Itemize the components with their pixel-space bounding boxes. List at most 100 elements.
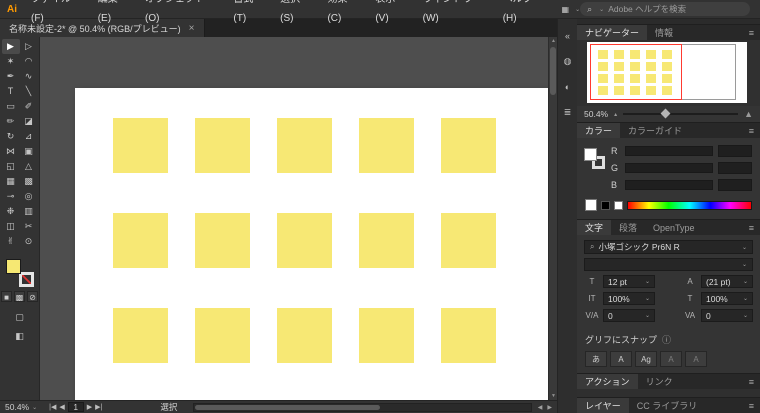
color-spectrum-bar[interactable] <box>627 200 752 210</box>
panel-tab[interactable]: レイヤー <box>577 398 629 413</box>
lasso-tool[interactable]: ◠ <box>20 54 38 69</box>
horizontal-scrollbar-thumb[interactable] <box>195 404 381 410</box>
color-panel-dock-icon[interactable]: ◐ <box>565 82 570 92</box>
pencil-tool[interactable]: ✏ <box>2 114 20 129</box>
properties-panel-dock-icon[interactable]: ◍ <box>564 56 572 67</box>
selection-tool[interactable]: ▶ <box>1 39 20 54</box>
slice-tool[interactable]: ✂ <box>20 219 38 234</box>
type-tool[interactable]: T <box>2 84 20 99</box>
yellow-rectangle-object[interactable] <box>113 308 168 363</box>
eraser-tool[interactable]: ◪ <box>20 114 38 129</box>
magic-wand-tool[interactable]: ✶ <box>2 54 20 69</box>
character-setting-field[interactable]: 12 pt ⌄ <box>603 275 655 288</box>
menu-item[interactable]: ヘルプ(H) <box>496 0 554 28</box>
search-input[interactable] <box>608 4 717 14</box>
yellow-rectangle-object[interactable] <box>195 213 250 268</box>
black-swatch[interactable] <box>601 200 610 210</box>
symbol-sprayer-tool[interactable]: ❉ <box>2 204 20 219</box>
zoom-in-icon[interactable]: ▲ <box>744 109 753 119</box>
panel-tab[interactable]: リンク <box>638 374 681 389</box>
character-setting-field[interactable]: 100% ⌄ <box>701 292 753 305</box>
channel-slider[interactable] <box>625 146 713 156</box>
color-mode-button[interactable]: ■ <box>1 291 12 302</box>
yellow-rectangle-object[interactable] <box>441 213 496 268</box>
panel-menu-icon[interactable]: ≡ <box>749 123 760 138</box>
glyph-snap-button[interactable]: A <box>685 351 707 367</box>
menu-item[interactable]: ウィンドウ(W) <box>416 0 496 28</box>
gradient-tool[interactable]: ▩ <box>20 174 38 189</box>
stroke-swatch[interactable] <box>18 272 34 287</box>
navigator-zoom-slider[interactable] <box>623 108 739 119</box>
current-tool-status[interactable]: 選択 <box>160 401 177 413</box>
last-artboard-button[interactable]: ▶| <box>95 403 102 411</box>
zoom-slider-thumb[interactable] <box>660 108 671 119</box>
first-artboard-button[interactable]: |◀ <box>49 403 56 411</box>
menu-item[interactable]: 書式(T) <box>226 0 273 28</box>
paintbrush-tool[interactable]: ✐ <box>20 99 38 114</box>
panel-tab[interactable]: OpenType <box>645 220 703 235</box>
workspace-switcher[interactable]: ▦ ⌄ <box>562 5 581 14</box>
line-segment-tool[interactable]: ╲ <box>20 84 38 99</box>
canvas[interactable] <box>40 37 548 400</box>
menu-item[interactable]: ファイル(F) <box>24 0 91 28</box>
panel-menu-icon[interactable]: ≡ <box>749 25 760 40</box>
vertical-scrollbar-thumb[interactable] <box>550 47 556 95</box>
hand-tool[interactable]: ✌ <box>2 234 20 249</box>
navigator-view-box[interactable] <box>590 44 682 100</box>
navigator-thumbnail[interactable] <box>587 42 747 103</box>
artboard-number-field[interactable]: 1 <box>67 402 84 412</box>
pen-tool[interactable]: ✒ <box>2 69 20 84</box>
channel-slider[interactable] <box>625 163 713 173</box>
character-setting-field[interactable]: (21 pt) ⌄ <box>701 275 753 288</box>
character-setting-field[interactable]: 0 ⌄ <box>701 309 753 322</box>
menu-item[interactable]: 表示(V) <box>368 0 415 28</box>
glyph-snap-button[interactable]: A <box>660 351 682 367</box>
none-mode-button[interactable]: ⊘ <box>27 291 38 302</box>
info-icon[interactable]: ⓘ <box>662 333 671 346</box>
menu-item[interactable]: 効果(C) <box>320 0 368 28</box>
character-setting-field[interactable]: 0 ⌄ <box>603 309 655 322</box>
channel-slider[interactable] <box>625 180 713 190</box>
zoom-level[interactable]: 50.4% <box>0 402 29 412</box>
vertical-scrollbar[interactable]: ▲ ▼ <box>548 37 557 400</box>
chevron-down-icon[interactable]: ⌄ <box>32 404 37 411</box>
panel-menu-icon[interactable]: ≡ <box>749 374 760 389</box>
column-graph-tool[interactable]: ▥ <box>20 204 38 219</box>
libraries-panel-dock-icon[interactable]: ≣ <box>564 107 572 118</box>
draw-mode-icon[interactable]: ▢ <box>15 312 24 323</box>
font-style-combo[interactable]: ⌄ <box>584 258 753 271</box>
yellow-rectangle-object[interactable] <box>113 213 168 268</box>
menu-item[interactable]: 選択(S) <box>273 0 320 28</box>
eyedropper-tool[interactable]: ⊸ <box>2 189 20 204</box>
gradient-mode-button[interactable]: ▩ <box>14 291 25 302</box>
perspective-grid-tool[interactable]: △ <box>20 159 38 174</box>
fill-swatch-small[interactable] <box>584 148 597 161</box>
yellow-rectangle-object[interactable] <box>441 118 496 173</box>
panel-tab[interactable]: 情報 <box>647 25 681 40</box>
direct-selection-tool[interactable]: ▷ <box>20 39 38 54</box>
navigator-zoom-level[interactable]: 50.4% <box>584 109 608 119</box>
yellow-rectangle-object[interactable] <box>441 308 496 363</box>
blend-tool[interactable]: ◎ <box>20 189 38 204</box>
yellow-rectangle-object[interactable] <box>359 118 414 173</box>
yellow-rectangle-object[interactable] <box>195 308 250 363</box>
zoom-tool[interactable]: ⊙ <box>20 234 38 249</box>
artboard-tool[interactable]: ◫ <box>2 219 20 234</box>
width-tool[interactable]: ⋈ <box>2 144 20 159</box>
mesh-tool[interactable]: ▦ <box>2 174 20 189</box>
character-setting-field[interactable]: 100% ⌄ <box>603 292 655 305</box>
yellow-rectangle-object[interactable] <box>277 213 332 268</box>
shape-builder-tool[interactable]: ◱ <box>2 159 20 174</box>
yellow-rectangle-object[interactable] <box>277 308 332 363</box>
channel-value-field[interactable] <box>718 162 752 174</box>
yellow-rectangle-object[interactable] <box>113 118 168 173</box>
prev-artboard-button[interactable]: ◀ <box>59 403 64 411</box>
yellow-rectangle-object[interactable] <box>277 118 332 173</box>
glyph-snap-button[interactable]: あ <box>585 351 607 367</box>
panel-tab[interactable]: カラーガイド <box>620 123 690 138</box>
scale-tool[interactable]: ⊿ <box>20 129 38 144</box>
panel-tab[interactable]: 文字 <box>577 220 612 235</box>
glyph-snap-button[interactable]: A <box>610 351 632 367</box>
rectangle-tool[interactable]: ▭ <box>2 99 20 114</box>
menu-item[interactable]: オブジェクト(O) <box>138 0 226 28</box>
